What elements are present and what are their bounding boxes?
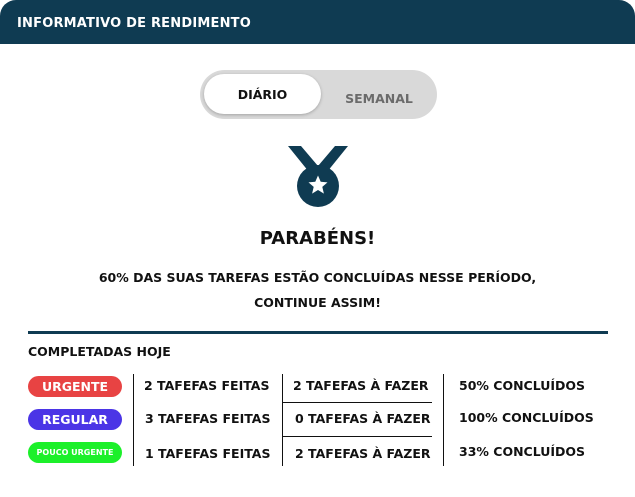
congrats-title: PARABÉNS! xyxy=(259,228,376,249)
row-divider xyxy=(282,436,432,437)
medal-star-icon xyxy=(288,146,348,207)
column-divider xyxy=(443,374,444,466)
section-divider xyxy=(28,331,608,334)
priority-badge-urgent: URGENTE xyxy=(28,376,122,397)
period-toggle[interactable]: DIÁRIO SEMANAL xyxy=(200,70,437,119)
table-row: REGULAR 3 TAFEFAS FEITAS 0 TAFEFAS À FAZ… xyxy=(0,405,635,435)
congrats-message-line1: 60% DAS SUAS TAREFAS ESTÃO CONCLUÍDAS NE… xyxy=(98,270,537,285)
tasks-todo: 2 TAFEFAS À FAZER xyxy=(293,378,429,393)
header-title: INFORMATIVO DE RENDIMENTO xyxy=(17,16,251,31)
percent-completed: 100% CONCLUÍDOS xyxy=(459,410,594,425)
table-row: URGENTE 2 TAFEFAS FEITAS 2 TAFEFAS À FAZ… xyxy=(0,371,635,401)
percent-completed: 50% CONCLUÍDOS xyxy=(459,378,586,393)
priority-badge-regular: REGULAR xyxy=(28,409,122,430)
priority-badge-low: POUCO URGENTE xyxy=(28,442,122,463)
completed-section-title: COMPLETADAS HOJE xyxy=(28,344,171,359)
row-divider xyxy=(282,402,432,403)
header-bar: INFORMATIVO DE RENDIMENTO xyxy=(0,0,635,44)
toggle-weekly[interactable]: SEMANAL xyxy=(324,78,434,118)
tasks-done: 3 TAFEFAS FEITAS xyxy=(145,411,271,426)
column-divider xyxy=(282,374,283,466)
tasks-done: 1 TAFEFAS FEITAS xyxy=(145,446,271,461)
congrats-message-line2: CONTINUE ASSIM! xyxy=(254,295,381,310)
table-row: POUCO URGENTE 1 TAFEFAS FEITAS 2 TAFEFAS… xyxy=(0,439,635,469)
tasks-todo: 2 TAFEFAS À FAZER xyxy=(295,446,431,461)
column-divider xyxy=(133,374,134,466)
tasks-todo: 0 TAFEFAS À FAZER xyxy=(295,411,431,426)
toggle-daily[interactable]: DIÁRIO xyxy=(204,74,321,114)
percent-completed: 33% CONCLUÍDOS xyxy=(459,444,586,459)
tasks-done: 2 TAFEFAS FEITAS xyxy=(144,378,270,393)
